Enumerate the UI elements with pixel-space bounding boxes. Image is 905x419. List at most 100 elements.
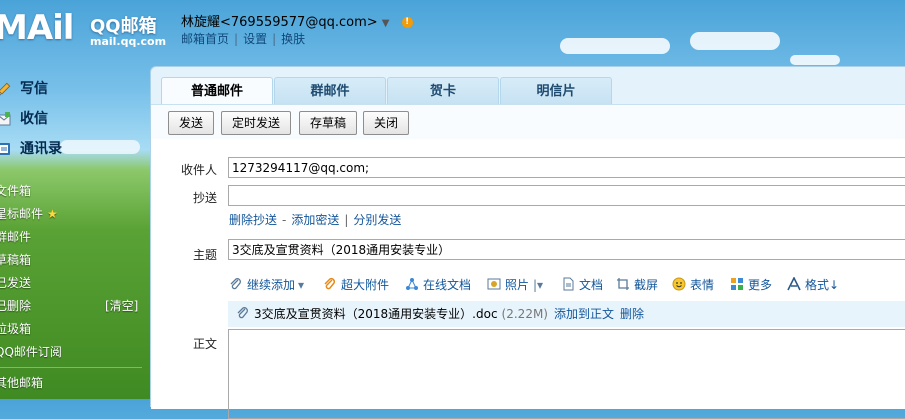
folder-item[interactable]: QQ邮件订阅 bbox=[0, 341, 150, 364]
star-icon: ★ bbox=[47, 207, 58, 221]
subject-label: 主题 bbox=[192, 248, 217, 262]
folder-label: 其他邮箱 bbox=[0, 376, 44, 390]
nav-label: 通讯录 bbox=[20, 141, 62, 157]
nav-label: 收信 bbox=[20, 111, 48, 127]
warning-icon[interactable]: ! bbox=[401, 17, 413, 28]
more-icon bbox=[731, 278, 743, 290]
format-button[interactable]: 格式↓ bbox=[787, 275, 839, 295]
compose-panel: 普通邮件 群邮件 贺卡 明信片 发送 定时发送 存草稿 关闭 收件人 12732… bbox=[150, 66, 905, 419]
sidebar-nav: 写信 收信 通讯录 bbox=[0, 76, 150, 166]
share-doc-icon bbox=[406, 278, 418, 290]
more-button[interactable]: 更多 bbox=[730, 275, 772, 295]
link-skin[interactable]: 换肤 bbox=[281, 32, 305, 46]
folder-list: 文件箱 星标邮件 ★ 群邮件 草稿箱 已发送 已删除 [清空] 垃圾箱 QQ邮件订阅… bbox=[0, 180, 150, 395]
cloud bbox=[560, 38, 670, 54]
send-button[interactable]: 发送 bbox=[168, 111, 215, 135]
emoji-button[interactable]: 表情 bbox=[672, 275, 714, 295]
remove-cc-link[interactable]: 删除抄送 bbox=[229, 213, 277, 227]
divider: | bbox=[344, 213, 349, 227]
user-name: 林旋耀<769559577@qq.com> bbox=[181, 15, 378, 30]
delete-attachment-link[interactable]: 删除 bbox=[620, 307, 644, 321]
continue-add-button[interactable]: 继续添加 ▾ bbox=[229, 275, 304, 295]
to-label: 收件人 bbox=[180, 163, 217, 177]
nav-label: 写信 bbox=[20, 81, 48, 97]
large-attachment-icon bbox=[324, 277, 336, 290]
nav-contacts[interactable]: 通讯录 bbox=[0, 136, 150, 166]
chevron-down-icon[interactable]: |▾ bbox=[533, 278, 543, 292]
scheduled-send-button[interactable]: 定时发送 bbox=[221, 111, 292, 135]
nav-inbox[interactable]: 收信 bbox=[0, 106, 150, 136]
divider bbox=[0, 367, 142, 368]
save-draft-button[interactable]: 存草稿 bbox=[299, 111, 358, 135]
folder-label: 文件箱 bbox=[0, 184, 32, 198]
folder-item[interactable]: 已删除 [清空] bbox=[0, 295, 150, 318]
folder-label: 已删除 bbox=[0, 299, 32, 313]
nav-compose[interactable]: 写信 bbox=[0, 76, 150, 106]
tab-normal-mail[interactable]: 普通邮件 bbox=[161, 77, 273, 106]
cloud bbox=[690, 32, 780, 50]
chevron-down-icon[interactable]: ▾ bbox=[298, 278, 304, 292]
screenshot-icon bbox=[617, 278, 629, 290]
paperclip-icon bbox=[237, 307, 248, 319]
link-settings[interactable]: 设置 bbox=[243, 32, 267, 46]
inbox-icon bbox=[0, 112, 11, 126]
pencil-icon bbox=[0, 82, 11, 96]
document-button[interactable]: 文档 bbox=[561, 275, 603, 295]
body-label: 正文 bbox=[192, 337, 217, 351]
link-mail-home[interactable]: 邮箱首页 bbox=[181, 32, 229, 46]
folder-item[interactable]: 星标邮件 ★ bbox=[0, 203, 150, 226]
tool-label: 超大附件 bbox=[341, 278, 390, 292]
cc-field[interactable] bbox=[228, 185, 905, 206]
folder-label: QQ邮件订阅 bbox=[0, 345, 62, 359]
user-account[interactable]: 林旋耀<769559577@qq.com> ▼ ! bbox=[181, 11, 413, 30]
divider: - bbox=[282, 213, 287, 227]
folder-item[interactable]: 草稿箱 bbox=[0, 249, 150, 272]
folder-item[interactable]: 其他邮箱 bbox=[0, 372, 150, 395]
screenshot-button[interactable]: 截屏 bbox=[616, 275, 658, 295]
paperclip-icon bbox=[230, 278, 241, 290]
tab-group-mail[interactable]: 群邮件 bbox=[274, 77, 386, 106]
compose-form: 收件人 1273294117@qq.com; 抄送 删除抄送 - 添加密送 | 分别发送… bbox=[151, 139, 905, 419]
body-editor[interactable] bbox=[228, 329, 905, 419]
tool-label: 照片 bbox=[505, 278, 530, 292]
divider: | bbox=[234, 32, 239, 46]
photo-icon bbox=[487, 278, 501, 290]
contacts-icon bbox=[0, 143, 10, 155]
to-field[interactable]: 1273294117@qq.com; bbox=[228, 157, 905, 178]
cloud bbox=[790, 55, 840, 65]
folder-item[interactable]: 垃圾箱 bbox=[0, 318, 150, 341]
folder-label: 草稿箱 bbox=[0, 253, 32, 267]
add-bcc-link[interactable]: 添加密送 bbox=[291, 213, 339, 227]
folder-label: 星标邮件 bbox=[0, 207, 44, 221]
format-icon bbox=[787, 277, 801, 291]
tab-postcard[interactable]: 明信片 bbox=[500, 77, 612, 106]
attachment-row: 3交底及宣贯资料（2018通用安装专业）.doc (2.22M) 添加到正文 删除 bbox=[228, 301, 905, 327]
tool-label: 继续添加 bbox=[247, 278, 296, 292]
close-button[interactable]: 关闭 bbox=[363, 111, 410, 135]
cc-options: 删除抄送 - 添加密送 | 分别发送 bbox=[229, 211, 401, 228]
folder-item[interactable]: 已发送 bbox=[0, 272, 150, 295]
folder-item[interactable]: 文件箱 bbox=[0, 180, 150, 203]
logo-mark: MAil bbox=[0, 8, 74, 48]
photo-button[interactable]: 照片 |▾ bbox=[487, 275, 543, 295]
tool-label: 截屏 bbox=[634, 278, 659, 292]
chevron-down-icon[interactable]: ▼ bbox=[382, 18, 390, 29]
send-separately-link[interactable]: 分别发送 bbox=[353, 213, 401, 227]
tab-greeting-card[interactable]: 贺卡 bbox=[387, 77, 499, 106]
add-to-body-link[interactable]: 添加到正文 bbox=[554, 307, 614, 321]
tool-label: 格式↓ bbox=[805, 278, 840, 292]
header-links: 邮箱首页 | 设置 | 换肤 bbox=[181, 30, 305, 47]
logo-url: mail.qq.com bbox=[90, 35, 167, 48]
clear-trash-link[interactable]: [清空] bbox=[105, 295, 138, 318]
folder-label: 垃圾箱 bbox=[0, 322, 32, 336]
subject-field[interactable]: 3交底及宣贯资料（2018通用安装专业） bbox=[228, 239, 905, 260]
divider: | bbox=[272, 32, 277, 46]
online-doc-button[interactable]: 在线文档 bbox=[405, 275, 471, 295]
tool-label: 表情 bbox=[690, 278, 715, 292]
document-icon bbox=[563, 277, 574, 291]
folder-label: 已发送 bbox=[0, 276, 32, 290]
attachment-size: (2.22M) bbox=[501, 307, 548, 321]
large-attachment-button[interactable]: 超大附件 bbox=[323, 275, 389, 295]
tool-label: 在线文档 bbox=[423, 278, 472, 292]
folder-item[interactable]: 群邮件 bbox=[0, 226, 150, 249]
